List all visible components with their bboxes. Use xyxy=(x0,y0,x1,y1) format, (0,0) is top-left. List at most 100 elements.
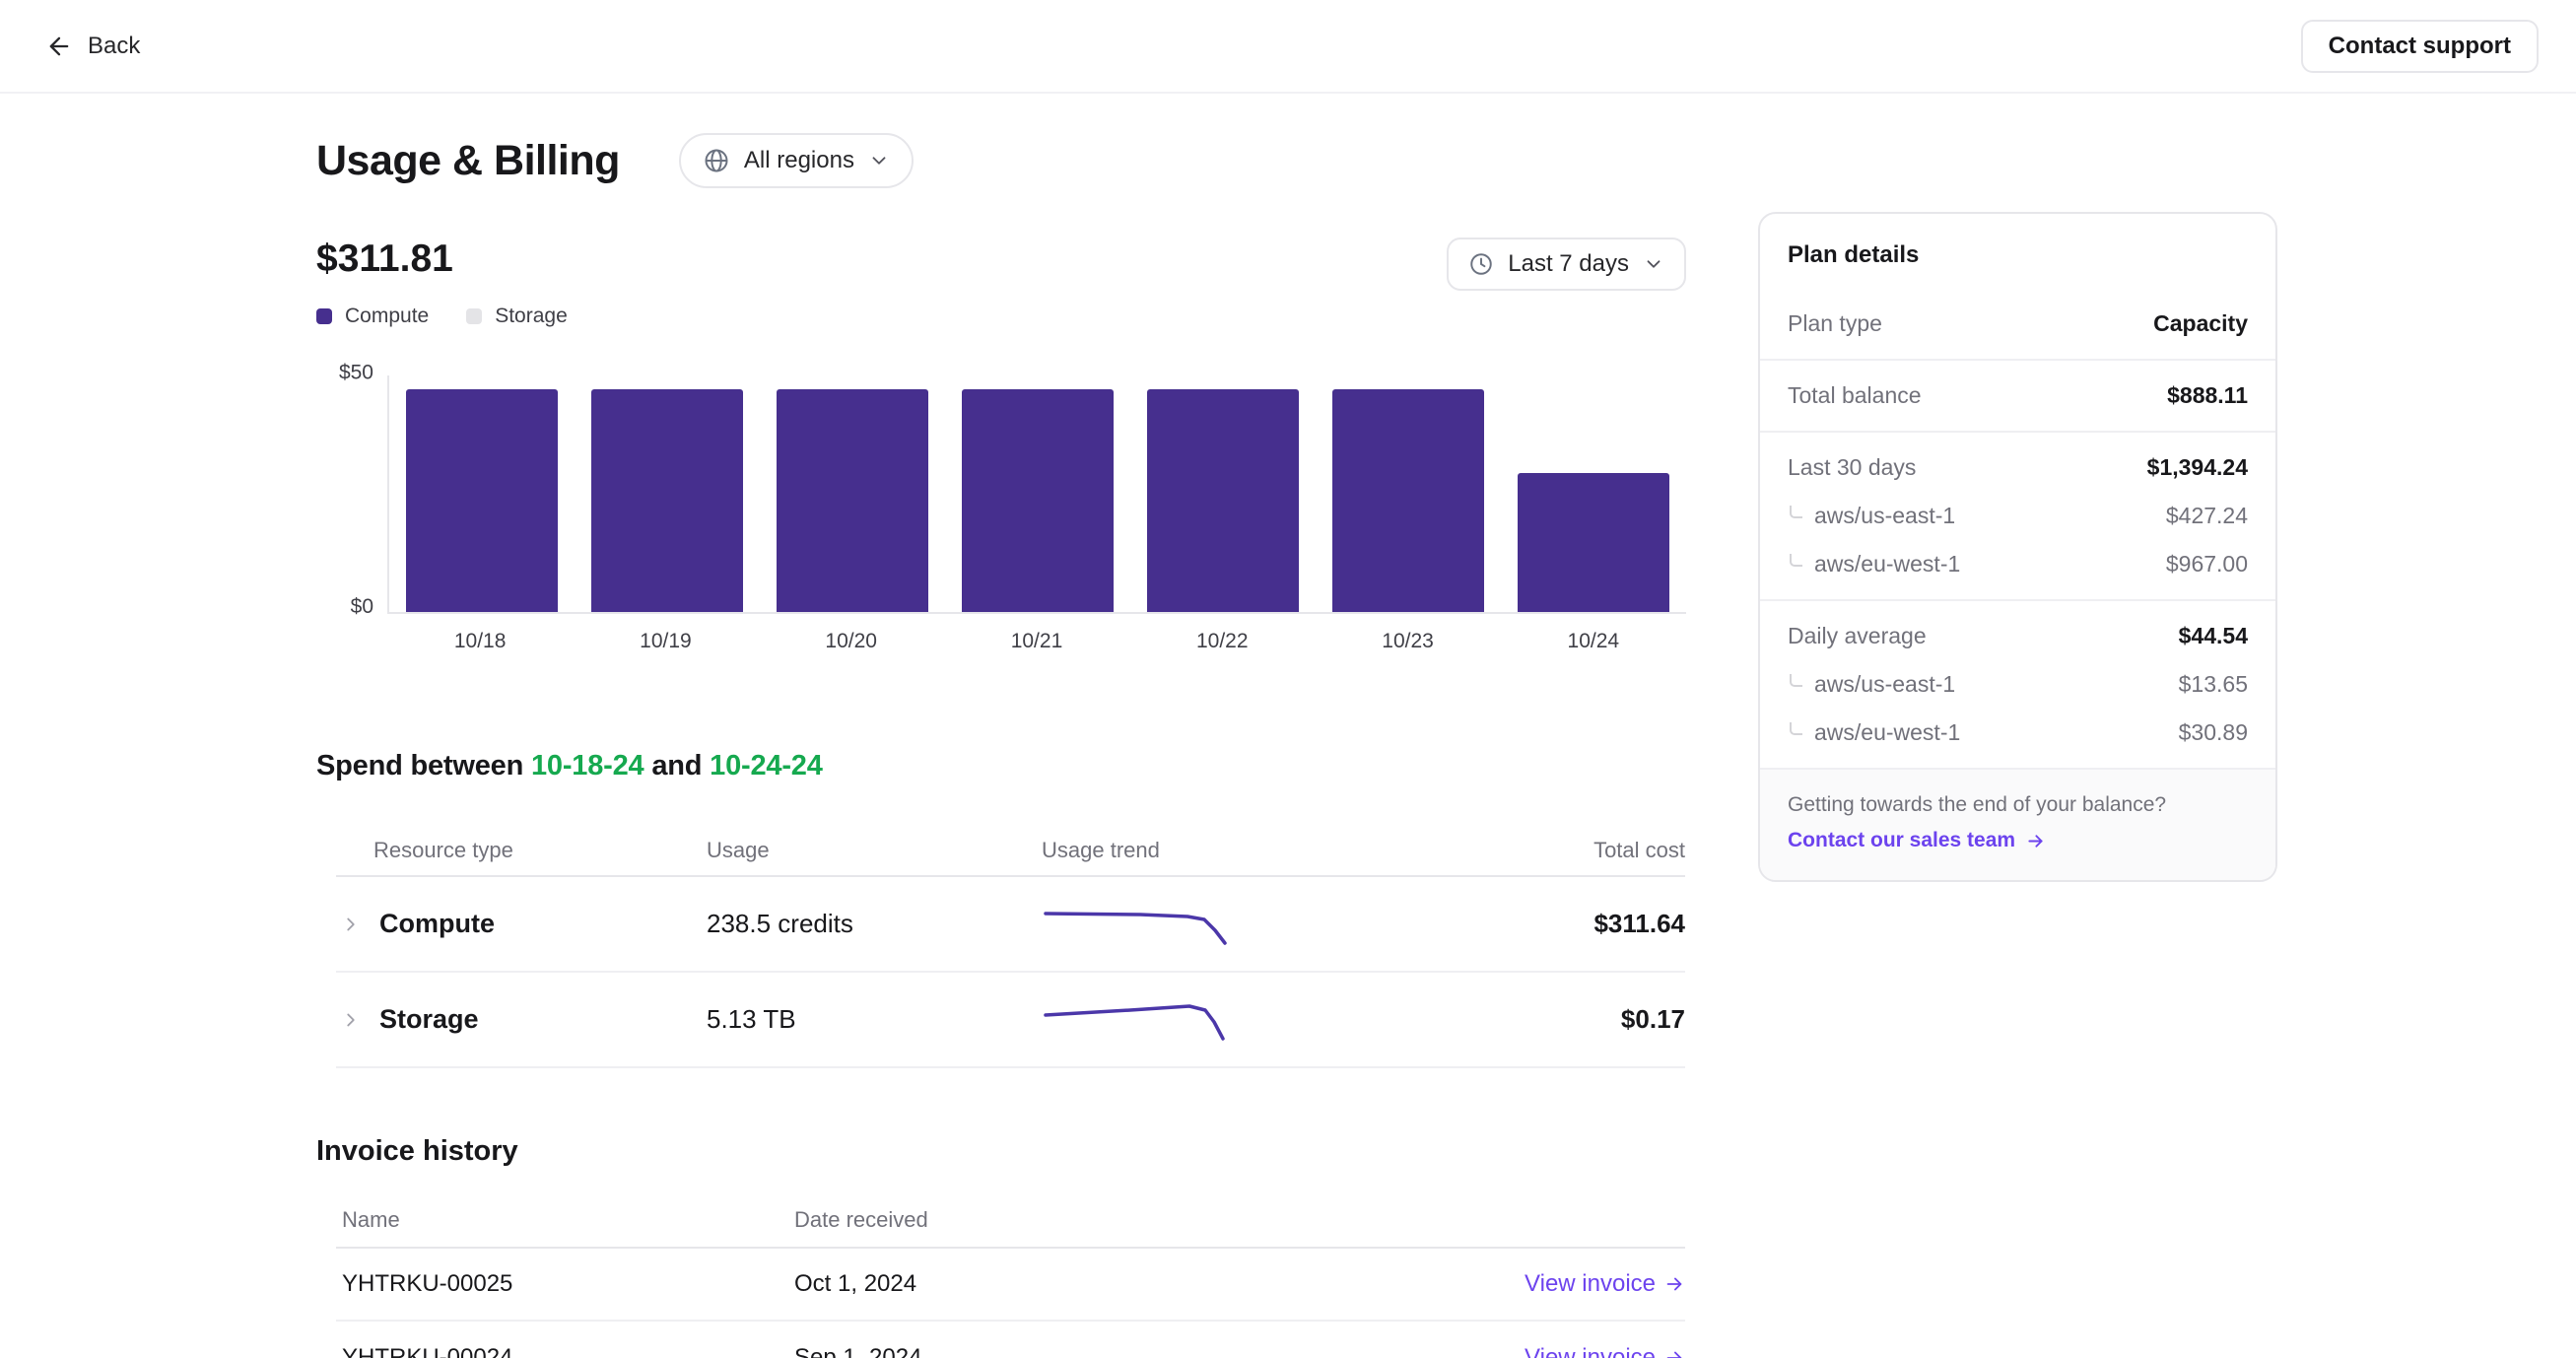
x-tick-label: 10/22 xyxy=(1129,630,1315,653)
last-30-days-group: Last 30 days $1,394.24 aws/us-east-1 $42… xyxy=(1760,433,2275,599)
spend-prefix: Spend between xyxy=(316,750,523,781)
plan-type-label: Plan type xyxy=(1788,310,1882,337)
daily-average-value: $44.54 xyxy=(2179,623,2248,649)
legend-item-storage: Storage xyxy=(466,305,568,328)
resource-table-header: Resource type Usage Usage trend Total co… xyxy=(336,826,1685,877)
total-balance-value: $888.11 xyxy=(2167,382,2248,409)
header-date-received: Date received xyxy=(794,1207,1458,1233)
period-filter-label: Last 7 days xyxy=(1508,250,1629,278)
bar-plot xyxy=(387,375,1686,614)
header-usage-trend: Usage trend xyxy=(1042,838,1488,863)
plan-type-row: Plan type Capacity xyxy=(1760,289,2275,359)
invoice-row: YHTRKU-00024 Sep 1, 2024 View invoice xyxy=(336,1322,1685,1358)
bar-band xyxy=(945,375,1130,612)
arrow-right-icon xyxy=(1663,1273,1685,1295)
region-cost-row: aws/us-east-1 $427.24 xyxy=(1788,503,2248,529)
legend-label: Storage xyxy=(495,305,568,328)
view-invoice-link[interactable]: View invoice xyxy=(1525,1344,1685,1358)
arrow-right-icon xyxy=(2025,831,2046,851)
back-button[interactable]: Back xyxy=(45,33,140,60)
contact-support-button[interactable]: Contact support xyxy=(2301,20,2539,73)
invoice-name: YHTRKU-00025 xyxy=(336,1270,794,1298)
total-cost-value: $0.17 xyxy=(1488,1004,1685,1035)
spend-summary: $311.81 Compute Storage xyxy=(316,238,568,328)
view-invoice-link[interactable]: View invoice xyxy=(1525,1270,1685,1298)
bar-10/18[interactable] xyxy=(406,389,558,612)
spend-bar-chart: $50 $0 10/1810/1910/2010/2110/2210/2310/… xyxy=(316,375,1686,653)
invoice-table-header: Name Date received xyxy=(336,1197,1685,1249)
bar-10/22[interactable] xyxy=(1147,389,1299,612)
region-filter-dropdown[interactable]: All regions xyxy=(679,133,914,188)
total-balance-label: Total balance xyxy=(1788,382,1922,409)
bar-10/19[interactable] xyxy=(591,389,743,612)
page-content: Usage & Billing All regions $311.81 Comp… xyxy=(0,94,2576,1358)
invoice-date: Oct 1, 2024 xyxy=(794,1270,1458,1298)
bar-10/24[interactable] xyxy=(1518,473,1669,612)
balance-question: Getting towards the end of your balance? xyxy=(1788,793,2248,817)
x-axis-labels: 10/1810/1910/2010/2110/2210/2310/24 xyxy=(387,630,1686,653)
usage-trend-sparkline xyxy=(1042,997,1290,1043)
resource-usage-table: Resource type Usage Usage trend Total co… xyxy=(336,826,1685,1068)
region-label: aws/eu-west-1 xyxy=(1814,551,1960,577)
x-tick-label: 10/19 xyxy=(573,630,758,653)
bar-band xyxy=(1501,375,1686,612)
bar-10/23[interactable] xyxy=(1332,389,1484,612)
daily-average-label: Daily average xyxy=(1788,623,1927,649)
spend-conjunction: and xyxy=(651,750,702,781)
chevron-right-icon[interactable] xyxy=(340,1009,362,1031)
arrow-right-icon xyxy=(1663,1347,1685,1358)
x-tick-label: 10/23 xyxy=(1315,630,1500,653)
view-invoice-label: View invoice xyxy=(1525,1344,1656,1358)
y-axis: $50 $0 xyxy=(316,375,387,614)
daily-average-group: Daily average $44.54 aws/us-east-1 $13.6… xyxy=(1760,601,2275,768)
plan-details-card: Plan details Plan type Capacity Total ba… xyxy=(1758,212,2277,882)
tree-elbow-icon xyxy=(1790,722,1802,735)
region-cost-row: aws/eu-west-1 $30.89 xyxy=(1788,719,2248,746)
usage-trend-sparkline xyxy=(1042,902,1290,947)
x-tick-label: 10/24 xyxy=(1501,630,1686,653)
x-tick-label: 10/18 xyxy=(387,630,573,653)
bar-band xyxy=(1130,375,1316,612)
period-filter-dropdown[interactable]: Last 7 days xyxy=(1447,238,1686,291)
bar-10/21[interactable] xyxy=(962,389,1114,612)
legend-item-compute: Compute xyxy=(316,305,429,328)
plan-type-value: Capacity xyxy=(2153,310,2248,337)
x-tick-label: 10/21 xyxy=(944,630,1129,653)
bar-10/20[interactable] xyxy=(777,389,928,612)
region-cost-row: aws/us-east-1 $13.65 xyxy=(1788,671,2248,698)
top-bar: Back Contact support xyxy=(0,0,2576,94)
invoice-history-table: Name Date received YHTRKU-00025 Oct 1, 2… xyxy=(336,1197,1685,1358)
legend-label: Compute xyxy=(345,305,429,328)
view-invoice-label: View invoice xyxy=(1525,1270,1656,1298)
spend-period-heading: Spend between 10-18-24 and 10-24-24 xyxy=(316,750,1686,782)
table-row-storage[interactable]: Storage 5.13 TB $0.17 xyxy=(336,973,1685,1068)
storage-swatch xyxy=(466,308,482,324)
region-cost: $13.65 xyxy=(2179,671,2248,698)
region-label: aws/us-east-1 xyxy=(1814,503,1955,529)
tree-elbow-icon xyxy=(1790,506,1802,518)
main-column: Usage & Billing All regions $311.81 Comp… xyxy=(316,133,1686,1358)
header-name: Name xyxy=(336,1207,794,1233)
resource-type-label: Compute xyxy=(379,909,495,939)
table-row-compute[interactable]: Compute 238.5 credits $311.64 xyxy=(336,877,1685,973)
chart-legend: Compute Storage xyxy=(316,305,568,328)
resource-type-label: Storage xyxy=(379,1004,479,1035)
region-cost: $967.00 xyxy=(2166,551,2248,577)
region-cost-row: aws/eu-west-1 $967.00 xyxy=(1788,551,2248,577)
tree-elbow-icon xyxy=(1790,554,1802,567)
region-label: aws/us-east-1 xyxy=(1814,671,1955,698)
chevron-right-icon[interactable] xyxy=(340,914,362,935)
invoice-history-title: Invoice history xyxy=(316,1135,1686,1168)
header-usage: Usage xyxy=(707,838,1042,863)
region-label: aws/eu-west-1 xyxy=(1814,719,1960,746)
tree-elbow-icon xyxy=(1790,674,1802,687)
plan-details-title: Plan details xyxy=(1760,214,2275,289)
chevron-down-icon xyxy=(868,150,890,171)
spend-start-date: 10-18-24 xyxy=(531,750,644,781)
last-30-days-value: $1,394.24 xyxy=(2147,454,2248,481)
usage-value: 238.5 credits xyxy=(707,909,1042,939)
globe-icon xyxy=(703,147,730,174)
total-cost-value: $311.64 xyxy=(1488,909,1685,939)
contact-sales-label: Contact our sales team xyxy=(1788,829,2015,852)
contact-sales-link[interactable]: Contact our sales team xyxy=(1788,829,2046,852)
